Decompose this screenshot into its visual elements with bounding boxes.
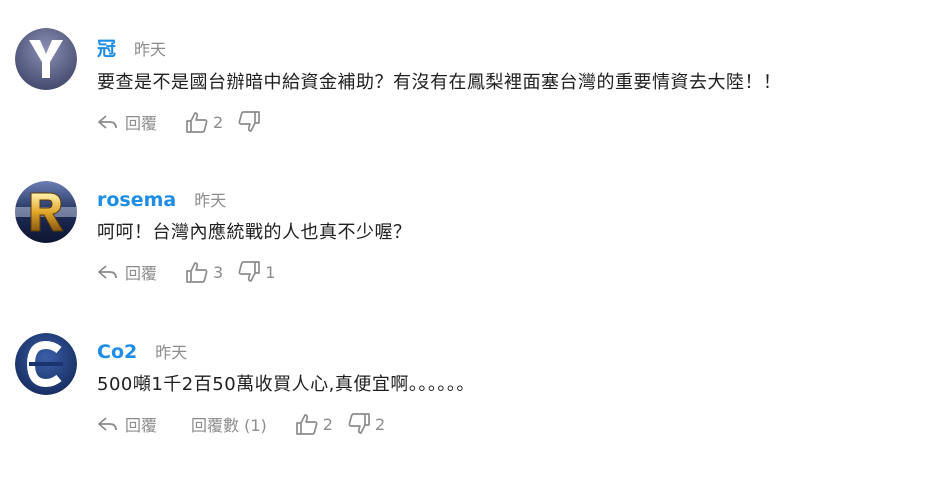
comment-text: 500噸1千2百50萬收買人心,真便宜啊。。。。。。: [97, 374, 475, 395]
thumbs-down-icon: [348, 413, 370, 434]
comment-meta: 冠 昨天: [97, 34, 166, 60]
avatar[interactable]: [15, 181, 77, 243]
dislike-count: 1: [265, 262, 276, 282]
username[interactable]: rosema: [97, 189, 176, 211]
like-button[interactable]: 2: [185, 111, 223, 133]
dislike-button[interactable]: 1: [237, 261, 275, 283]
reply-icon: [98, 417, 117, 431]
reply-icon: [98, 115, 117, 129]
thumbs-down-icon: [238, 111, 261, 132]
comment-text: 呵呵！台灣內應統戰的人也真不少喔？: [97, 222, 412, 243]
comment-actions: 回覆 3 1: [97, 259, 275, 285]
like-count: 2: [322, 414, 333, 434]
reply-icon: [98, 265, 117, 279]
comment-text: 要查是不是國台辦暗中給資金補助？有沒有在鳳梨裡面塞台灣的重要情資去大陸！！: [97, 72, 782, 93]
avatar-y-image: [15, 28, 77, 90]
avatar[interactable]: [15, 28, 77, 90]
avatar[interactable]: [15, 333, 77, 395]
username[interactable]: 冠: [97, 34, 116, 61]
reply-button[interactable]: 回覆: [97, 110, 157, 134]
thumbs-up-icon: [186, 112, 208, 133]
view-replies-button[interactable]: 回覆數 (1): [191, 412, 267, 436]
reply-button[interactable]: 回覆: [97, 412, 157, 436]
dislike-count: 2: [374, 414, 386, 434]
comment-meta: Co2 昨天: [97, 339, 187, 365]
username[interactable]: Co2: [97, 341, 137, 363]
timestamp: 昨天: [155, 343, 188, 362]
reply-label: 回覆: [125, 416, 158, 435]
timestamp: 昨天: [134, 40, 167, 59]
like-count: 2: [213, 112, 224, 132]
reply-label: 回覆: [125, 114, 158, 133]
thumbs-down-icon: [238, 261, 261, 282]
comment-actions: 回覆 回覆數 (1) 2 2: [97, 411, 385, 437]
like-button[interactable]: 3: [185, 261, 223, 283]
timestamp: 昨天: [194, 191, 227, 210]
comment-item: Co2 昨天 500噸1千2百50萬收買人心,真便宜啊。。。。。。 回覆 回覆數…: [0, 302, 929, 452]
thumbs-up-icon: [295, 414, 318, 435]
like-button[interactable]: 2: [295, 413, 333, 435]
comment-item: rosema 昨天 呵呵！台灣內應統戰的人也真不少喔？ 回覆 3 1: [0, 150, 929, 300]
dislike-button[interactable]: 2: [347, 413, 385, 435]
replies-count-label: 回覆數 (1): [191, 416, 267, 435]
reply-label: 回覆: [125, 264, 158, 283]
comment-item: 冠 昨天 要查是不是國台辦暗中給資金補助？有沒有在鳳梨裡面塞台灣的重要情資去大陸…: [0, 0, 929, 150]
dislike-button[interactable]: [237, 111, 265, 133]
comment-meta: rosema 昨天: [97, 187, 226, 213]
like-count: 3: [213, 262, 224, 282]
reply-button[interactable]: 回覆: [97, 260, 157, 284]
avatar-r-image: [15, 181, 77, 243]
thumbs-up-icon: [186, 262, 208, 283]
avatar-c-image: [15, 333, 77, 395]
comment-actions: 回覆 2: [97, 109, 265, 135]
